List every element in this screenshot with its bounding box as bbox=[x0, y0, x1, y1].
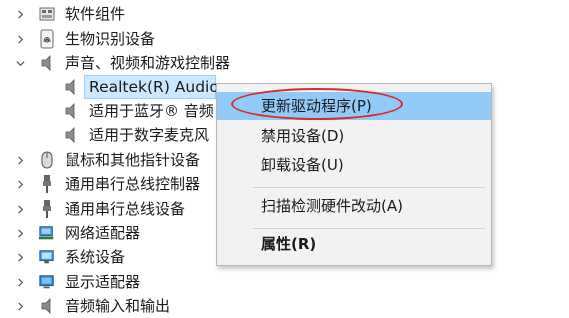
menu-separator bbox=[253, 187, 485, 188]
chevron-right-icon[interactable] bbox=[14, 221, 26, 245]
chevron-right-icon[interactable] bbox=[14, 270, 26, 294]
tree-item-label: 通用串行总线设备 bbox=[65, 200, 186, 218]
tree-item-label: 鼠标和其他指针设备 bbox=[65, 151, 201, 169]
network-adapter-icon bbox=[38, 223, 56, 243]
menu-item-disable-device[interactable]: 禁用设备(D) bbox=[217, 122, 491, 150]
menu-item-uninstall-device[interactable]: 卸载设备(U) bbox=[217, 151, 491, 179]
chevron-down-icon[interactable] bbox=[14, 51, 26, 75]
tree-child-label: 适用于蓝牙® 音频 bbox=[89, 102, 214, 120]
tree-item-software-components[interactable]: 软件组件 bbox=[0, 2, 300, 26]
speaker-icon bbox=[38, 53, 56, 73]
tree-child-bluetooth-audio[interactable]: 适用于蓝牙® 音频 bbox=[0, 99, 216, 123]
speaker-icon bbox=[62, 125, 80, 145]
menu-item-properties[interactable]: 属性(R) bbox=[217, 230, 491, 258]
chevron-right-icon[interactable] bbox=[14, 2, 26, 26]
tree-item-label: 声音、视频和游戏控制器 bbox=[65, 54, 231, 72]
tree-child-label: 适用于数字麦克风 bbox=[89, 126, 210, 144]
chevron-right-icon[interactable] bbox=[14, 148, 26, 172]
usb-icon bbox=[38, 174, 56, 194]
tree-item-label: 软件组件 bbox=[65, 5, 126, 23]
menu-separator bbox=[253, 228, 485, 229]
software-component-icon bbox=[38, 4, 56, 24]
system-device-icon bbox=[38, 247, 56, 267]
speaker-icon bbox=[62, 101, 80, 121]
tree-item-sound-video-game-controllers[interactable]: 声音、视频和游戏控制器 bbox=[0, 51, 300, 75]
audio-io-icon bbox=[38, 296, 56, 316]
tree-item-label: 生物识别设备 bbox=[65, 30, 156, 48]
fingerprint-icon bbox=[38, 29, 56, 49]
menu-item-update-driver[interactable]: 更新驱动程序(P) bbox=[217, 92, 491, 120]
chevron-right-icon[interactable] bbox=[14, 245, 26, 269]
tree-item-label: 网络适配器 bbox=[65, 224, 141, 242]
mouse-icon bbox=[38, 150, 56, 170]
display-adapter-icon bbox=[38, 272, 56, 292]
chevron-right-icon[interactable] bbox=[14, 294, 26, 318]
chevron-right-icon[interactable] bbox=[14, 197, 26, 221]
context-menu: 更新驱动程序(P) 禁用设备(D) 卸载设备(U) 扫描检测硬件改动(A) 属性… bbox=[216, 83, 492, 266]
tree-item-display-adapters[interactable]: 显示适配器 bbox=[0, 270, 300, 294]
chevron-right-icon[interactable] bbox=[14, 172, 26, 196]
tree-item-biometric-devices[interactable]: 生物识别设备 bbox=[0, 27, 300, 51]
tree-item-label: 显示适配器 bbox=[65, 273, 141, 291]
tree-item-label: 通用串行总线控制器 bbox=[65, 175, 201, 193]
usb-icon bbox=[38, 199, 56, 219]
tree-child-label: Realtek(R) Audio bbox=[89, 78, 219, 96]
tree-item-label: 音频输入和输出 bbox=[65, 297, 171, 315]
tree-item-audio-inputs-outputs[interactable]: 音频输入和输出 bbox=[0, 294, 300, 318]
speaker-icon bbox=[62, 77, 80, 97]
chevron-right-icon[interactable] bbox=[14, 27, 26, 51]
tree-item-label: 系统设备 bbox=[65, 248, 126, 266]
menu-item-scan-hardware-changes[interactable]: 扫描检测硬件改动(A) bbox=[217, 192, 491, 220]
tree-child-digital-microphone[interactable]: 适用于数字麦克风 bbox=[0, 123, 216, 147]
